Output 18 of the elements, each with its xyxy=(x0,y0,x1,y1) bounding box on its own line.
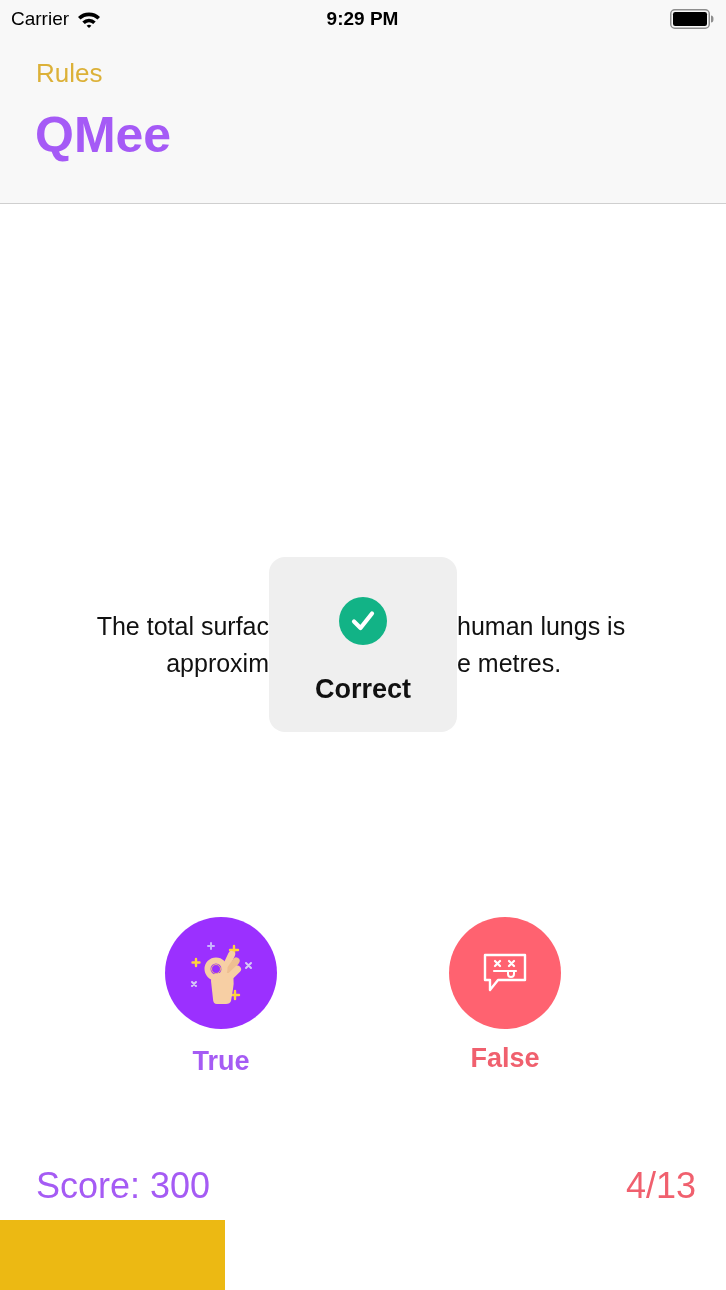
score-text: Score: 300 xyxy=(36,1164,211,1208)
carrier-label: Carrier xyxy=(11,6,70,31)
wifi-icon xyxy=(77,10,102,28)
question-text: approxim xyxy=(166,648,269,679)
question-text: human lungs is xyxy=(457,611,626,642)
battery-icon xyxy=(670,9,714,29)
ok-hand-icon xyxy=(189,941,253,1005)
rules-link[interactable]: Rules xyxy=(36,56,103,90)
speech-bubble-icon xyxy=(482,953,528,993)
app-title: QMee xyxy=(35,106,172,165)
answer-label: True xyxy=(192,1045,250,1077)
question-text: The total surfac xyxy=(96,611,269,642)
question-text: e metres. xyxy=(457,648,562,679)
check-circle-icon xyxy=(339,597,387,645)
question-counter: 4/13 xyxy=(625,1164,696,1208)
status-time: 9:29 PM xyxy=(326,6,399,31)
answer-label: False xyxy=(470,1042,540,1074)
hud-message: Correct xyxy=(315,673,411,705)
